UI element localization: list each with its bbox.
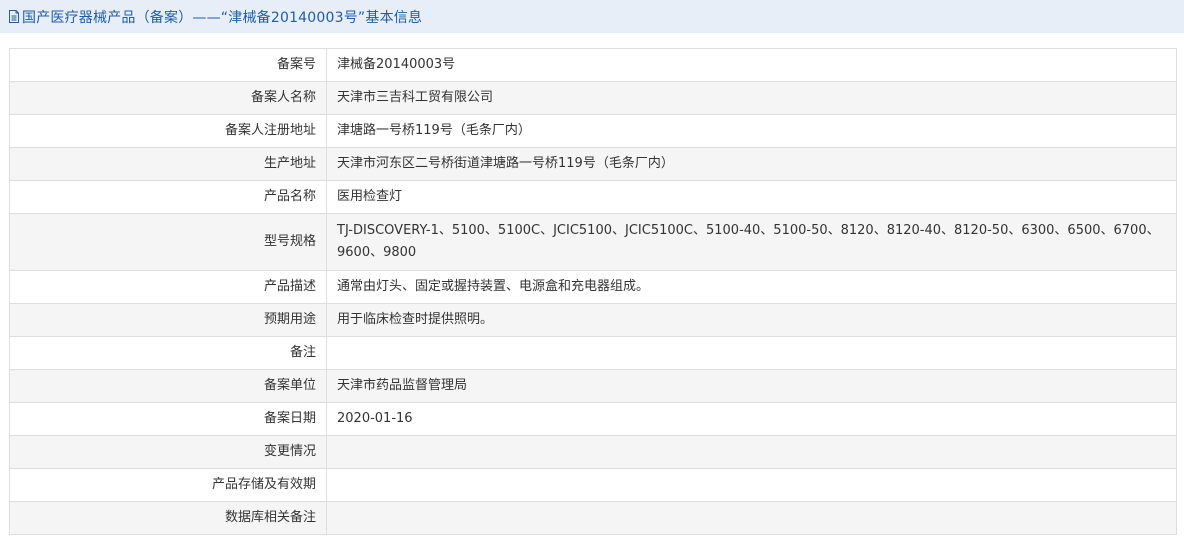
row-label: 产品描述 — [9, 270, 327, 304]
row-label: 产品存储及有效期 — [9, 468, 327, 502]
row-value: TJ-DISCOVERY-1、5100、5100C、JCIC5100、JCIC5… — [326, 213, 1177, 271]
row-label: 预期用途 — [9, 303, 327, 337]
page-header: 国产医疗器械产品（备案）——“津械备20140003号”基本信息 — [0, 0, 1184, 33]
row-value: 医用检查灯 — [326, 180, 1177, 214]
table-row: 备案人名称 天津市三吉科工贸有限公司 — [9, 81, 1177, 115]
table-row: 产品存储及有效期 — [9, 468, 1177, 502]
row-label: 备案号 — [9, 48, 327, 82]
row-value: 津塘路一号桥119号（毛条厂内） — [326, 114, 1177, 148]
row-label: 备注 — [9, 336, 327, 370]
table-row: 型号规格 TJ-DISCOVERY-1、5100、5100C、JCIC5100、… — [9, 213, 1177, 271]
row-label: 产品名称 — [9, 180, 327, 214]
row-value: 用于临床检查时提供照明。 — [326, 303, 1177, 337]
table-row: 生产地址 天津市河东区二号桥街道津塘路一号桥119号（毛条厂内） — [9, 147, 1177, 181]
row-value: 天津市三吉科工贸有限公司 — [326, 81, 1177, 115]
table-row: 预期用途 用于临床检查时提供照明。 — [9, 303, 1177, 337]
table-row: 产品描述 通常由灯头、固定或握持装置、电源盒和充电器组成。 — [9, 270, 1177, 304]
row-value: 津械备20140003号 — [326, 48, 1177, 82]
row-label: 型号规格 — [9, 213, 327, 271]
row-value: 2020-01-16 — [326, 402, 1177, 436]
table-row: 备案单位 天津市药品监督管理局 — [9, 369, 1177, 403]
table-row: 备案日期 2020-01-16 — [9, 402, 1177, 436]
row-value: 通常由灯头、固定或握持装置、电源盒和充电器组成。 — [326, 270, 1177, 304]
info-table: 备案号 津械备20140003号 备案人名称 天津市三吉科工贸有限公司 备案人注… — [9, 48, 1177, 535]
row-label: 备案日期 — [9, 402, 327, 436]
info-table-container: 备案号 津械备20140003号 备案人名称 天津市三吉科工贸有限公司 备案人注… — [9, 48, 1177, 535]
row-label: 备案人注册地址 — [9, 114, 327, 148]
row-label: 数据库相关备注 — [9, 501, 327, 535]
row-value: 天津市河东区二号桥街道津塘路一号桥119号（毛条厂内） — [326, 147, 1177, 181]
table-row: 备案号 津械备20140003号 — [9, 48, 1177, 82]
row-label: 变更情况 — [9, 435, 327, 469]
table-row: 数据库相关备注 — [9, 501, 1177, 535]
row-label: 备案人名称 — [9, 81, 327, 115]
row-value — [326, 435, 1177, 469]
document-icon — [8, 10, 20, 23]
table-row: 变更情况 — [9, 435, 1177, 469]
page-title: 国产医疗器械产品（备案）——“津械备20140003号”基本信息 — [22, 9, 423, 26]
table-row: 产品名称 医用检查灯 — [9, 180, 1177, 214]
row-label: 生产地址 — [9, 147, 327, 181]
row-value — [326, 468, 1177, 502]
table-row: 备案人注册地址 津塘路一号桥119号（毛条厂内） — [9, 114, 1177, 148]
table-row: 备注 — [9, 336, 1177, 370]
row-value — [326, 501, 1177, 535]
row-label: 备案单位 — [9, 369, 327, 403]
row-value: 天津市药品监督管理局 — [326, 369, 1177, 403]
row-value — [326, 336, 1177, 370]
